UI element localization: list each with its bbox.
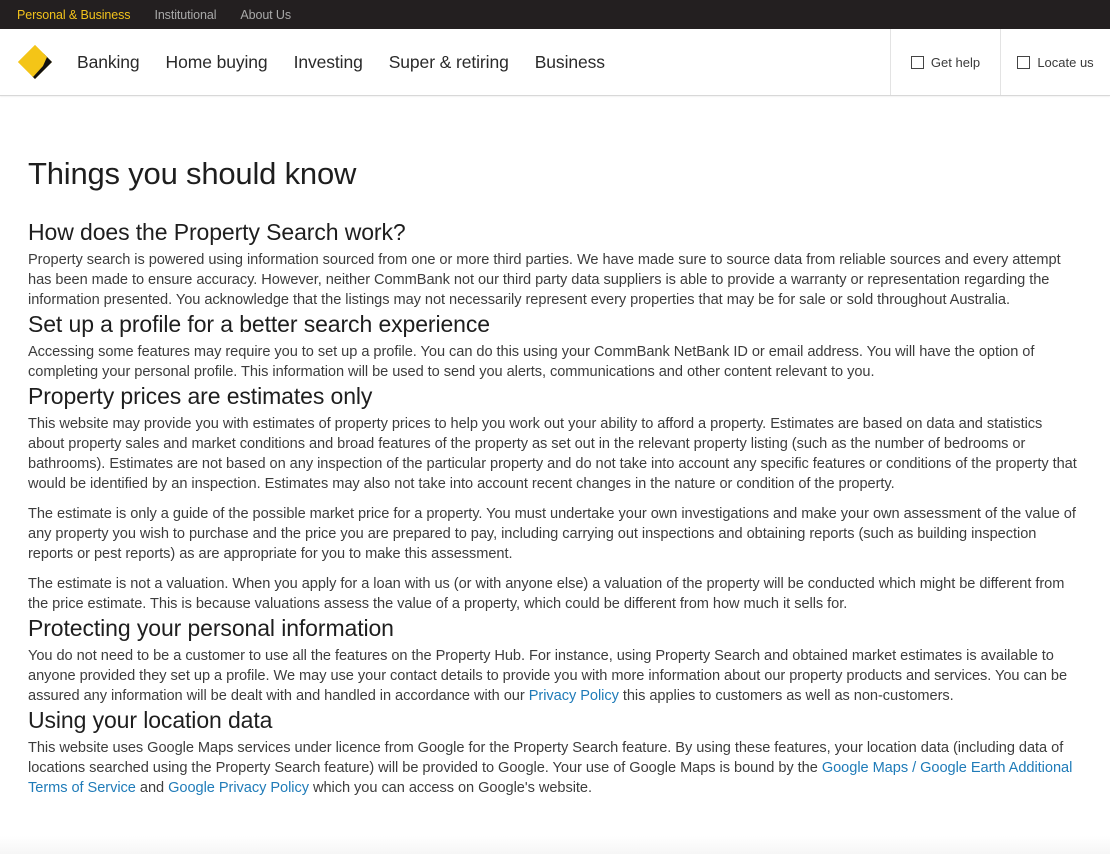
section-paragraph: This website may provide you with estima…	[28, 416, 1077, 492]
paragraph-text: which you can access on Google's website…	[308, 780, 592, 796]
main-content: Things you should know How does the Prop…	[0, 156, 1110, 798]
section-paragraph: Property search is powered using informa…	[28, 252, 1061, 308]
section-paragraph: Accessing some features may require you …	[28, 344, 1035, 380]
utility-links: Get help Locate us	[890, 29, 1110, 95]
bottom-fade	[0, 836, 1110, 854]
section-personal-information: Protecting your personal information You…	[28, 614, 1082, 706]
nav-home-buying[interactable]: Home buying	[166, 52, 268, 73]
primary-nav: Banking Home buying Investing Super & re…	[77, 52, 631, 73]
section-paragraph: You do not need to be a customer to use …	[28, 646, 1082, 706]
section-set-up-profile: Set up a profile for a better search exp…	[28, 310, 1082, 382]
section-heading: Protecting your personal information	[28, 615, 394, 641]
commbank-logo[interactable]	[17, 44, 53, 80]
google-privacy-policy-link[interactable]: Google Privacy Policy	[168, 780, 309, 796]
locate-us-label: Locate us	[1037, 54, 1094, 70]
locate-us-button[interactable]: Locate us	[1000, 29, 1110, 95]
section-paragraph: The estimate is only a guide of the poss…	[28, 506, 1076, 562]
section-how-search-works: How does the Property Search work? Prope…	[28, 218, 1082, 310]
get-help-button[interactable]: Get help	[890, 29, 1000, 95]
nav-super-retiring[interactable]: Super & retiring	[389, 52, 509, 73]
paragraph-text: this applies to customers as well as non…	[618, 688, 954, 704]
diamond-logo-icon	[18, 45, 52, 79]
section-heading: How does the Property Search work?	[28, 219, 406, 245]
location-icon	[1017, 55, 1031, 69]
page-title: Things you should know	[28, 156, 357, 191]
section-price-estimates: Property prices are estimates only This …	[28, 382, 1082, 614]
topbar-about-us[interactable]: About Us	[240, 8, 291, 22]
get-help-label: Get help	[930, 54, 981, 70]
section-heading: Property prices are estimates only	[28, 383, 373, 409]
help-icon	[910, 55, 924, 69]
paragraph-text: and	[135, 780, 169, 796]
top-utility-bar: Personal & Business Institutional About …	[0, 0, 1110, 29]
nav-investing[interactable]: Investing	[294, 52, 363, 73]
nav-banking[interactable]: Banking	[77, 52, 140, 73]
section-paragraph: This website uses Google Maps services u…	[28, 738, 1082, 798]
privacy-policy-link[interactable]: Privacy Policy	[529, 688, 619, 704]
nav-business[interactable]: Business	[535, 52, 605, 73]
section-location-data: Using your location data This website us…	[28, 706, 1082, 798]
section-paragraph: The estimate is not a valuation. When yo…	[28, 576, 1065, 612]
topbar-personal-business[interactable]: Personal & Business	[17, 8, 131, 22]
topbar-institutional[interactable]: Institutional	[154, 8, 216, 22]
main-navigation: Banking Home buying Investing Super & re…	[0, 29, 1110, 96]
section-heading: Set up a profile for a better search exp…	[28, 311, 490, 337]
section-heading: Using your location data	[28, 707, 273, 733]
